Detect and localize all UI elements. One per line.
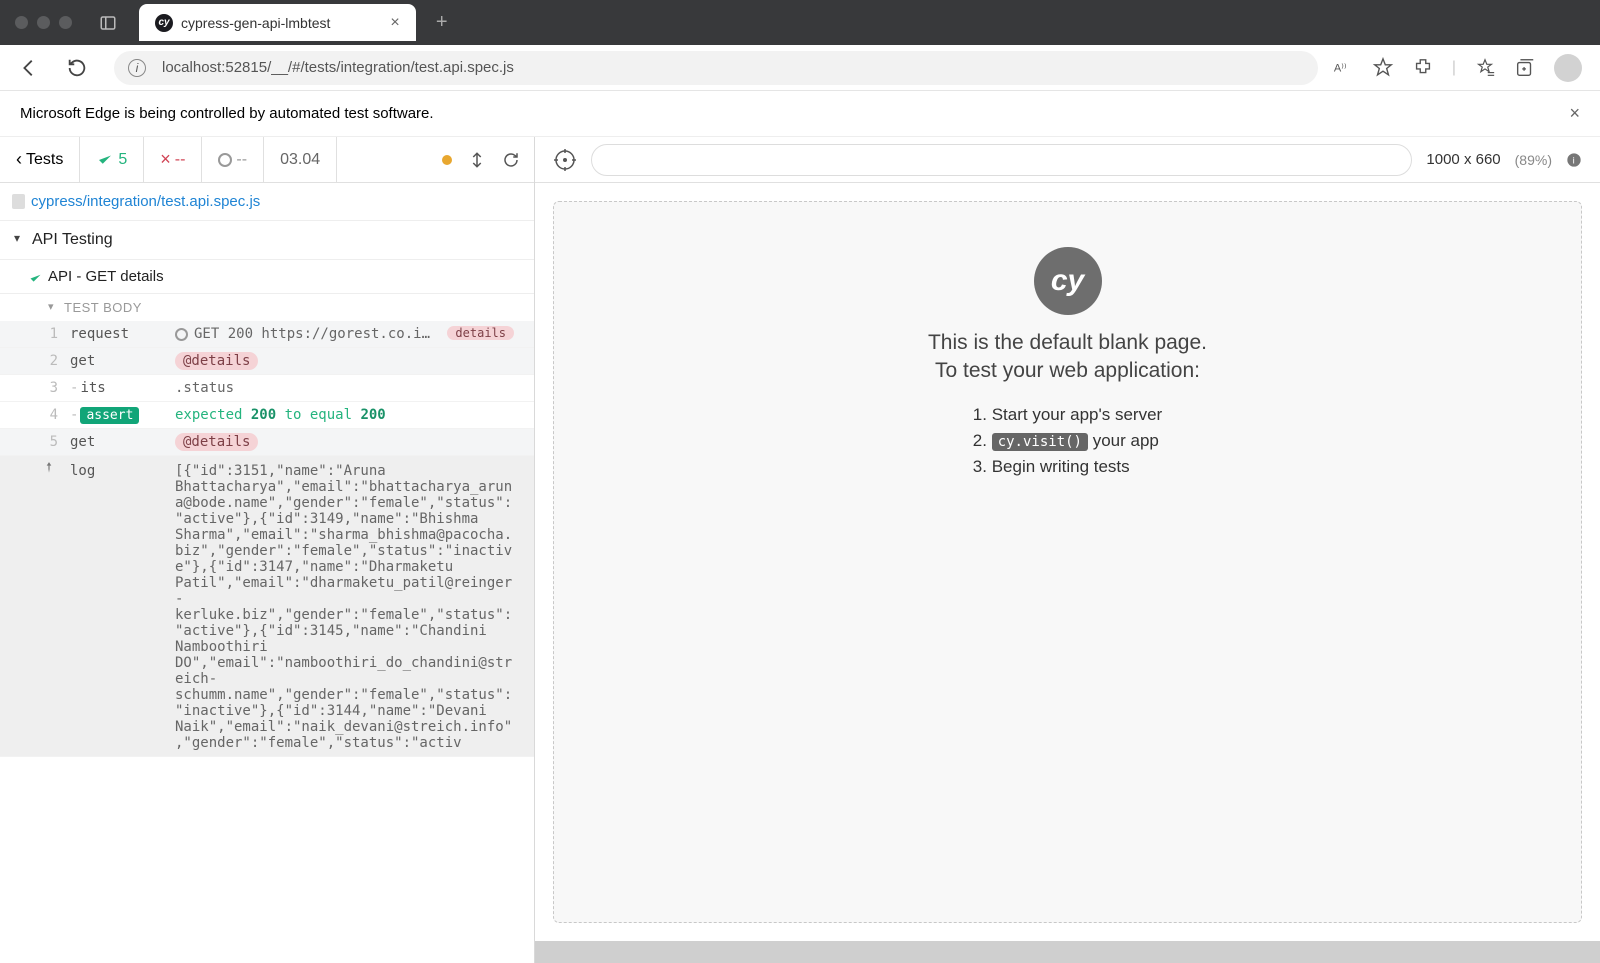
title-bar: cy cypress-gen-api-lmbtest × +: [0, 0, 1600, 45]
new-tab-button[interactable]: +: [428, 9, 456, 37]
details-pill: details: [447, 326, 514, 340]
tab-overview-icon[interactable]: [99, 14, 117, 32]
command-row[interactable]: 2 get @details: [0, 348, 534, 375]
file-icon: [12, 194, 25, 209]
auto-scroll-icon[interactable]: [468, 151, 486, 169]
back-icon[interactable]: [18, 57, 40, 79]
cypress-logo-icon: cy: [1034, 247, 1102, 315]
test-row[interactable]: API - GET details: [0, 260, 534, 294]
tests-back-button[interactable]: ‹Tests: [0, 137, 80, 182]
tab-title: cypress-gen-api-lmbtest: [181, 15, 330, 31]
close-tab-icon[interactable]: ×: [390, 14, 399, 32]
duration: 03.04: [264, 137, 337, 182]
viewport-scale: (89%): [1515, 152, 1552, 168]
svg-text:i: i: [1573, 155, 1575, 165]
automation-notice: Microsoft Edge is being controlled by au…: [0, 91, 1600, 137]
rerun-icon[interactable]: [502, 151, 520, 169]
notice-close-icon[interactable]: ×: [1569, 103, 1580, 124]
suite-title[interactable]: API Testing: [0, 221, 534, 260]
blank-page-steps: 1. Start your app's server 2. cy.visit()…: [973, 405, 1162, 483]
reload-icon[interactable]: [66, 57, 88, 79]
test-body-label[interactable]: TEST BODY: [0, 294, 534, 321]
spec-file-link[interactable]: cypress/integration/test.api.spec.js: [0, 183, 534, 221]
command-row[interactable]: 3 -its .status: [0, 375, 534, 402]
cypress-reporter-panel: ‹Tests 5 ×-- -- 03.04 cypress/integratio…: [0, 137, 535, 963]
aut-header: 1000 x 660 (89%) i: [535, 137, 1600, 183]
pending-circle-icon: [175, 328, 188, 341]
viewport-dims[interactable]: 1000 x 660: [1426, 151, 1500, 168]
profile-avatar[interactable]: [1554, 54, 1582, 82]
browser-tab[interactable]: cy cypress-gen-api-lmbtest ×: [139, 4, 416, 41]
aut-iframe: cy This is the default blank page. To te…: [553, 201, 1582, 923]
command-row[interactable]: 4 -assert expected 200 to equal 200: [0, 402, 534, 429]
failed-count: ×--: [144, 137, 202, 182]
aut-url-input[interactable]: [591, 144, 1412, 176]
nav-bar: i localhost:52815/__/#/tests/integration…: [0, 45, 1600, 91]
read-aloud-icon[interactable]: A⁾⁾: [1332, 57, 1354, 79]
scroll-gutter: [535, 941, 1600, 963]
collections-icon[interactable]: [1514, 57, 1536, 79]
notice-text: Microsoft Edge is being controlled by au…: [20, 105, 434, 122]
command-log-row[interactable]: log [{"id":3151,"name":"Aruna Bhattachar…: [0, 456, 534, 757]
info-icon[interactable]: i: [1566, 152, 1582, 168]
selector-playground-icon[interactable]: [553, 148, 577, 172]
svg-text:A⁾⁾: A⁾⁾: [1334, 62, 1347, 74]
extensions-icon[interactable]: [1412, 57, 1434, 79]
check-icon: [28, 271, 43, 286]
passed-count: 5: [80, 137, 144, 182]
blank-page-heading: This is the default blank page.: [928, 331, 1207, 355]
url-text: localhost:52815/__/#/tests/integration/t…: [162, 59, 514, 76]
cypress-favicon: cy: [155, 14, 173, 32]
traffic-max[interactable]: [59, 16, 72, 29]
command-log[interactable]: 1 request GET 200 https://gorest.co.i…de…: [0, 321, 534, 963]
command-row[interactable]: 5 get @details: [0, 429, 534, 456]
status-dot-icon: [442, 155, 452, 165]
url-bar[interactable]: i localhost:52815/__/#/tests/integration…: [114, 51, 1318, 85]
pending-count: --: [202, 137, 264, 182]
aut-panel: 1000 x 660 (89%) i cy This is the defaul…: [535, 137, 1600, 963]
pin-icon: [42, 461, 56, 475]
traffic-min[interactable]: [37, 16, 50, 29]
blank-page-subheading: To test your web application:: [935, 359, 1200, 383]
favorites-list-icon[interactable]: [1474, 57, 1496, 79]
runner-header: ‹Tests 5 ×-- -- 03.04: [0, 137, 534, 183]
favorites-icon[interactable]: [1372, 57, 1394, 79]
traffic-close[interactable]: [15, 16, 28, 29]
command-row[interactable]: 1 request GET 200 https://gorest.co.i…de…: [0, 321, 534, 348]
site-info-icon[interactable]: i: [128, 59, 146, 77]
